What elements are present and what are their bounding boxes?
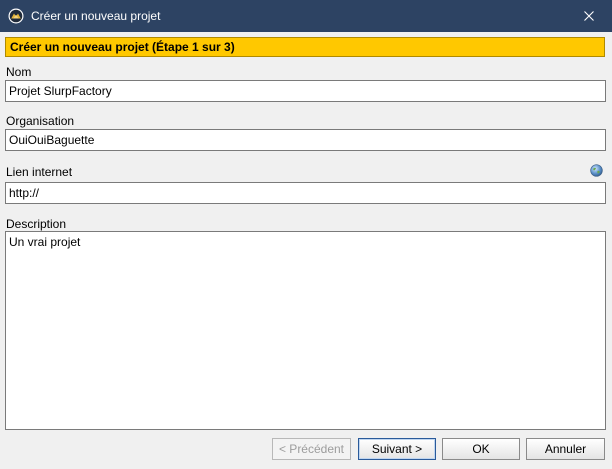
link-label: Lien internet [6,165,73,179]
app-logo-icon [8,8,24,24]
organization-field[interactable] [5,129,606,151]
next-button[interactable]: Suivant > [358,438,436,460]
ok-button[interactable]: OK [442,438,520,460]
organization-label: Organisation [6,114,75,128]
globe-icon[interactable] [590,164,603,177]
close-icon [584,11,594,21]
description-field[interactable]: Un vrai projet [5,231,606,430]
cancel-button[interactable]: Annuler [526,438,605,460]
window-title: Créer un nouveau projet [31,9,161,23]
title-bar: Créer un nouveau projet [0,0,612,32]
close-button[interactable] [566,0,612,32]
description-label: Description [6,217,67,231]
previous-button[interactable]: < Précédent [272,438,351,460]
name-field[interactable] [5,80,606,102]
create-project-dialog: Créer un nouveau projet Créer un nouveau… [0,0,612,469]
step-header: Créer un nouveau projet (Étape 1 sur 3) [5,37,605,57]
link-field[interactable] [5,182,606,204]
name-label: Nom [6,65,32,79]
